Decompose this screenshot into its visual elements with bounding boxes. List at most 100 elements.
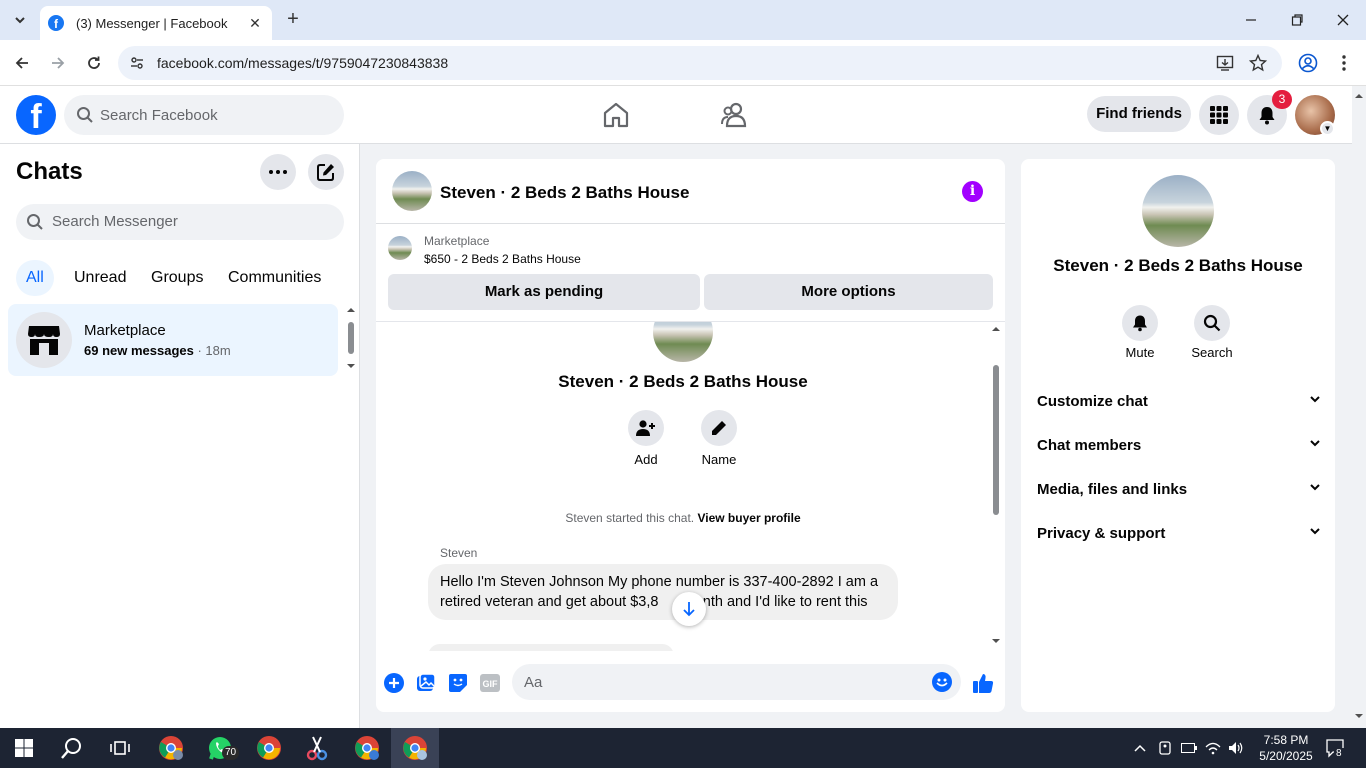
new-message-button[interactable] xyxy=(308,154,344,190)
more-horizontal-icon xyxy=(269,170,287,174)
media-files-links-section[interactable]: Media, files and links xyxy=(1037,469,1321,509)
facebook-search-input[interactable]: Search Facebook xyxy=(64,95,344,135)
attach-photo-button[interactable] xyxy=(415,672,437,694)
chat-started-text: Steven started this chat. xyxy=(565,511,695,525)
site-info-icon[interactable] xyxy=(128,54,146,72)
show-hidden-icons-button[interactable] xyxy=(1132,740,1148,756)
conversation-avatar[interactable] xyxy=(392,171,432,211)
info-icon[interactable]: i xyxy=(962,181,983,202)
wifi-icon[interactable] xyxy=(1205,740,1221,756)
home-icon[interactable] xyxy=(601,100,631,130)
name-label: Name xyxy=(701,452,737,467)
photo-icon xyxy=(417,673,436,691)
account-chevron-icon[interactable]: ▼ xyxy=(1320,121,1335,136)
mark-as-pending-button[interactable]: Mark as pending xyxy=(388,274,700,310)
facebook-header: f Search Facebook Find friends 3 ▼ xyxy=(0,86,1352,144)
restore-button[interactable] xyxy=(1285,8,1309,32)
svg-text:GIF: GIF xyxy=(483,679,499,689)
clock[interactable]: 7:58 PM 5/20/2025 xyxy=(1251,732,1321,764)
start-button[interactable] xyxy=(10,734,38,762)
chrome-icon xyxy=(257,736,281,760)
taskbar-chrome-profile-2[interactable] xyxy=(353,734,381,762)
add-people-button[interactable] xyxy=(628,410,664,446)
message-bubble[interactable]: Hello I'm Steven Johnson My phone number… xyxy=(428,564,898,620)
customize-chat-section[interactable]: Customize chat xyxy=(1037,381,1321,421)
taskbar-search-button[interactable] xyxy=(58,734,86,762)
task-view-button[interactable] xyxy=(106,734,134,762)
chat-members-section[interactable]: Chat members xyxy=(1037,425,1321,465)
facebook-favicon-icon: f xyxy=(48,15,64,31)
search-in-chat-button[interactable] xyxy=(1194,305,1230,341)
browser-menu-button[interactable] xyxy=(1332,51,1356,75)
sticker-button[interactable] xyxy=(447,672,469,694)
scroll-to-bottom-button[interactable] xyxy=(672,592,706,626)
back-button[interactable] xyxy=(10,51,34,75)
chat-list-item[interactable]: Marketplace 69 new messages · 18m xyxy=(8,304,338,376)
edit-name-button[interactable] xyxy=(701,410,737,446)
install-app-icon[interactable] xyxy=(1216,54,1234,72)
gif-button[interactable]: GIF xyxy=(479,672,501,694)
chats-options-button[interactable] xyxy=(260,154,296,190)
view-buyer-profile-link[interactable]: View buyer profile xyxy=(697,511,800,525)
find-friends-button[interactable]: Find friends xyxy=(1087,96,1191,132)
filter-groups[interactable]: Groups xyxy=(139,260,215,296)
page-scrollbar[interactable] xyxy=(1352,86,1366,728)
chat-list-scrollbar[interactable] xyxy=(344,304,358,376)
message-scrollbar[interactable] xyxy=(989,321,1003,651)
url-text[interactable]: facebook.com/messages/t/9759047230843838 xyxy=(157,55,448,71)
taskbar-snipping-tool[interactable] xyxy=(303,734,331,762)
taskbar-chrome[interactable] xyxy=(255,734,283,762)
listing-title[interactable]: $650 - 2 Beds 2 Baths House xyxy=(424,252,581,266)
volume-icon[interactable] xyxy=(1228,740,1244,756)
tab-close-icon[interactable]: ✕ xyxy=(246,15,264,32)
messenger-search-input[interactable]: Search Messenger xyxy=(16,204,344,240)
action-center-button[interactable]: 8 xyxy=(1325,738,1345,759)
emoji-icon[interactable] xyxy=(932,672,952,692)
bookmark-star-icon[interactable] xyxy=(1249,54,1267,72)
scissors-icon xyxy=(306,736,328,761)
facebook-logo-icon[interactable]: f xyxy=(16,95,56,135)
taskbar-chrome-profile-1[interactable] xyxy=(157,734,185,762)
tab-search-button[interactable] xyxy=(6,7,34,33)
filter-all[interactable]: All xyxy=(16,260,54,296)
battery-icon[interactable] xyxy=(1181,740,1197,756)
conversation-title[interactable]: Steven · 2 Beds 2 Baths House xyxy=(440,183,689,203)
close-window-button[interactable] xyxy=(1331,8,1355,32)
marketplace-label: Marketplace xyxy=(424,234,490,248)
listing-thumbnail[interactable] xyxy=(388,236,412,260)
details-avatar[interactable] xyxy=(1142,175,1214,247)
close-icon xyxy=(1337,14,1349,26)
plus-circle-icon xyxy=(384,673,404,693)
grid-menu-icon xyxy=(1210,106,1228,124)
message-input[interactable]: Aa xyxy=(512,664,961,700)
like-button[interactable] xyxy=(972,672,994,694)
privacy-support-section[interactable]: Privacy & support xyxy=(1037,513,1321,553)
more-options-button[interactable]: More options xyxy=(704,274,993,310)
section-label: Privacy & support xyxy=(1037,525,1166,542)
menu-grid-button[interactable] xyxy=(1199,95,1239,135)
new-tab-button[interactable]: + xyxy=(282,8,304,30)
search-label: Search xyxy=(1191,345,1233,360)
browser-tab-messenger[interactable]: f (3) Messenger | Facebook ✕ xyxy=(40,6,272,40)
mute-button[interactable] xyxy=(1122,305,1158,341)
minimize-button[interactable] xyxy=(1239,8,1263,32)
more-actions-button[interactable] xyxy=(383,672,405,694)
clock-date: 5/20/2025 xyxy=(1259,749,1313,763)
taskbar-chrome-profile-active[interactable] xyxy=(401,734,429,762)
thumbs-up-icon xyxy=(973,674,994,693)
filter-communities[interactable]: Communities xyxy=(216,260,333,296)
meet-now-icon[interactable] xyxy=(1157,740,1173,756)
sticker-icon xyxy=(449,674,467,692)
forward-button[interactable] xyxy=(46,51,70,75)
chat-time: · 18m xyxy=(193,343,231,358)
friends-icon[interactable] xyxy=(720,100,750,130)
chevron-down-icon xyxy=(1310,396,1320,403)
reload-button[interactable] xyxy=(82,51,106,75)
browser-tab-bar: f (3) Messenger | Facebook ✕ + xyxy=(0,0,1366,40)
profile-button[interactable] xyxy=(1296,51,1320,75)
profile-avatar[interactable] xyxy=(653,322,713,362)
url-bar[interactable]: facebook.com/messages/t/9759047230843838 xyxy=(118,46,1282,80)
message-bubble-partial[interactable] xyxy=(428,644,674,651)
filter-unread[interactable]: Unread xyxy=(62,260,138,296)
minimize-icon xyxy=(1246,19,1256,21)
